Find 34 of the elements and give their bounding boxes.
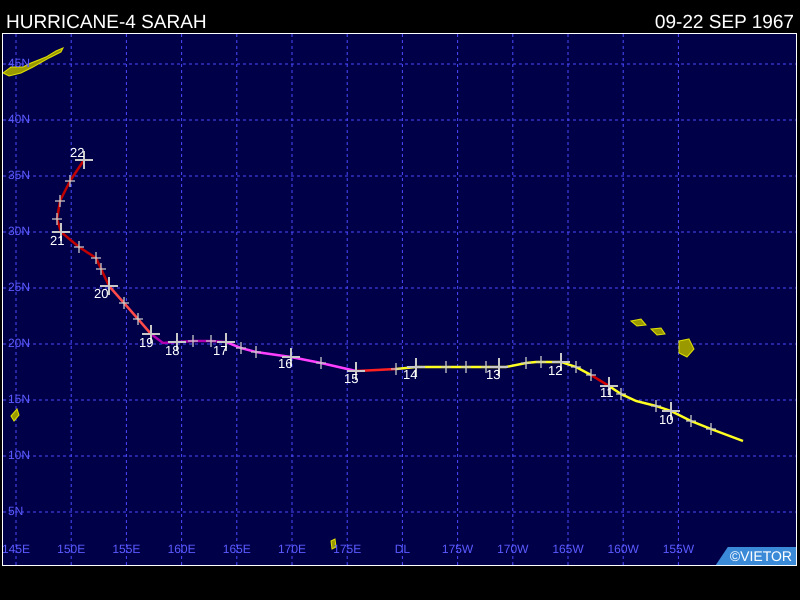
day-label: 21 [50,234,64,247]
latitude-label: 5N [8,505,24,517]
date-range: 09-22 SEP 1967 [654,13,794,32]
latitude-label: 35N [8,169,30,181]
day-label: 18 [165,344,180,357]
longitude-label: 165E [222,543,252,555]
latitude-label: 10N [8,449,30,461]
day-label: 11 [600,386,614,399]
longitude-label: 155E [111,543,142,555]
day-label: 12 [548,364,562,377]
credit-badge: ©VIETOR [716,547,796,565]
longitude-label: 160E [166,543,197,555]
latitude-label: 20N [8,337,30,349]
latitude-label: 30N [8,225,30,237]
day-label: 20 [94,287,108,300]
longitude-label: DL [394,543,412,555]
longitude-label: 165W [551,543,585,555]
longitude-label: 170E [276,543,308,555]
longitude-label: 150E [56,543,86,555]
map-title: HURRICANE-4 SARAH [6,13,207,32]
latitude-label: 40N [8,113,30,125]
day-label: 14 [403,368,418,381]
longitude-label: 175E [332,543,362,555]
longitude-label: 170W [496,543,530,555]
day-label: 17 [213,344,228,357]
longitude-label: 145E [3,543,32,555]
day-label: 15 [344,372,358,385]
latitude-label: 15N [8,393,30,405]
longitude-label: 175W [440,543,474,555]
day-label: 10 [659,413,674,426]
longitude-label: 160W [606,543,640,555]
day-label: 13 [486,368,500,381]
latitude-label: 25N [8,281,30,293]
longitude-label: 155W [662,543,696,555]
